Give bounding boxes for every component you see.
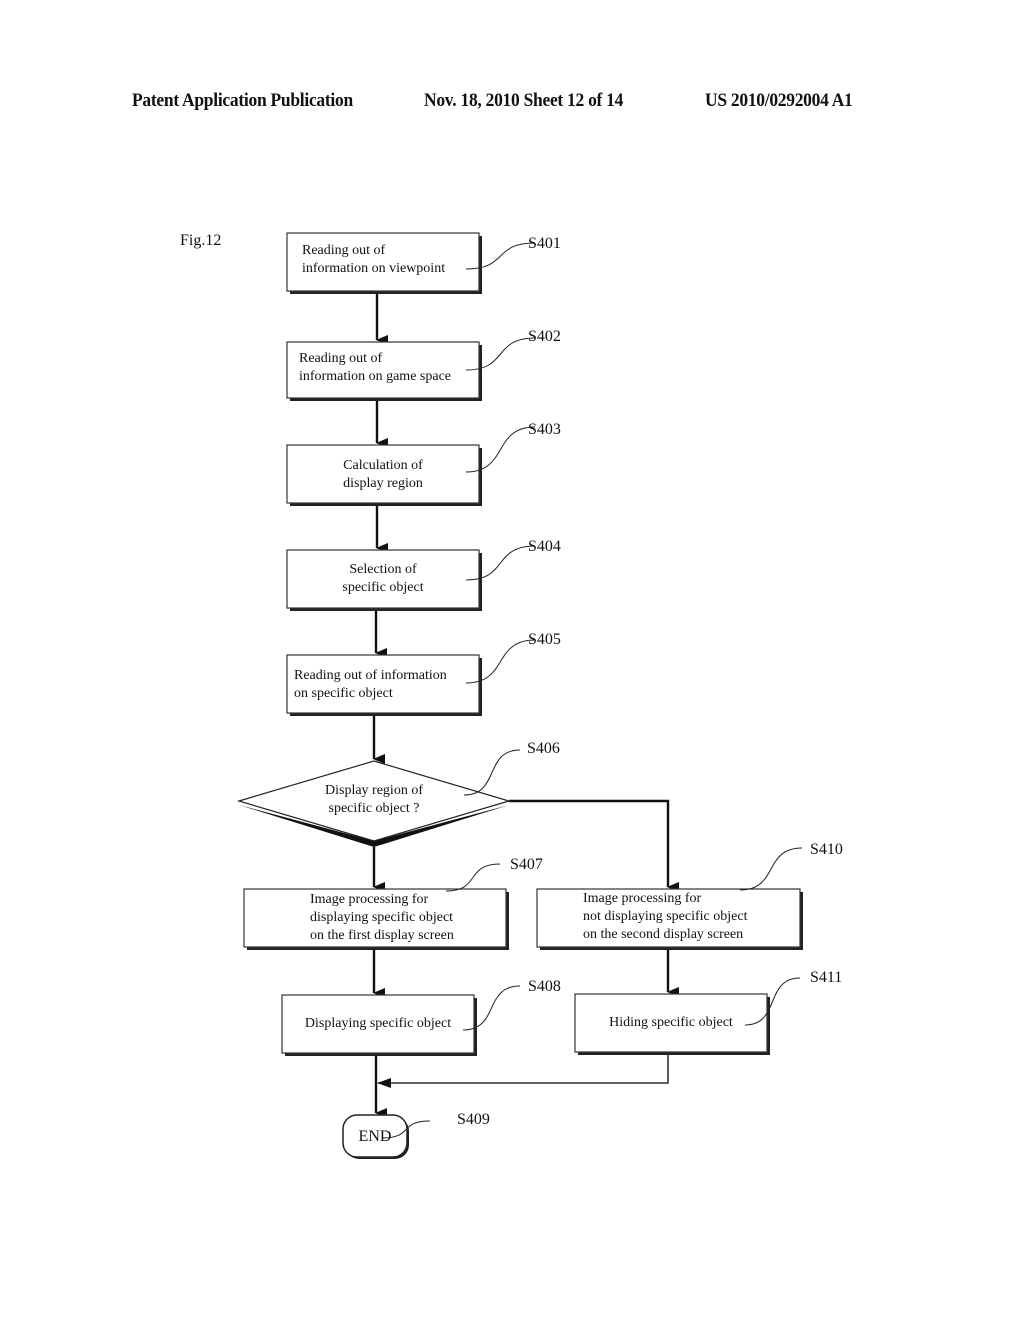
step-text-line: Selection of xyxy=(349,562,417,577)
step-text-line: specific object xyxy=(342,580,424,595)
step-text-s405: Reading out of information on specific ob… xyxy=(294,667,447,703)
step-text-s410: Image processing for not displaying speci… xyxy=(583,890,747,944)
step-text-line: not displaying specific object xyxy=(583,909,748,924)
step-text-s411: Hiding specific object xyxy=(575,1014,767,1032)
step-text-s407: Image processing for displaying specific … xyxy=(310,891,454,945)
step-text-line: specific object ? xyxy=(328,801,420,816)
step-label-s409: S409 xyxy=(457,1111,490,1128)
leader-line xyxy=(445,863,501,892)
step-text-line: information on game space xyxy=(299,369,452,384)
step-text-line: on the second display screen xyxy=(583,927,744,942)
step-text-line: Calculation of xyxy=(343,458,423,473)
step-label-s405: S405 xyxy=(528,631,561,648)
step-text-line: Display region of xyxy=(325,783,423,798)
step-text-line: Reading out of xyxy=(299,351,383,366)
step-text-line: on specific object xyxy=(294,686,393,701)
step-text-s408: Displaying specific object xyxy=(282,1015,474,1033)
step-label-s411: S411 xyxy=(810,969,843,986)
step-label-s401: S401 xyxy=(528,235,561,252)
flowchart xyxy=(236,232,803,1159)
step-text-line: Reading out of information xyxy=(294,668,447,683)
step-label-s403: S403 xyxy=(528,421,561,438)
step-text-line: Image processing for xyxy=(583,891,702,906)
step-text-line: displaying specific object xyxy=(310,910,454,925)
step-label-s407: S407 xyxy=(510,856,543,873)
step-text-line: information on viewpoint xyxy=(302,261,446,276)
step-text-s406: Display region of specific object ? xyxy=(274,782,474,818)
step-text-line: Displaying specific object xyxy=(304,1016,452,1031)
step-label-s410: S410 xyxy=(810,841,843,858)
arrow-s411-merge xyxy=(377,1055,669,1088)
step-label-s408: S408 xyxy=(528,978,561,995)
step-text-line: Reading out of xyxy=(302,243,386,258)
step-text-line: display region xyxy=(343,476,423,491)
step-label-s406: S406 xyxy=(527,740,560,757)
step-text-s409: END xyxy=(343,1128,407,1146)
step-text-line: on the first display screen xyxy=(310,928,454,943)
step-label-s404: S404 xyxy=(528,538,561,555)
step-label-s402: S402 xyxy=(528,328,561,345)
step-text-s401: Reading out of information on viewpoint xyxy=(302,242,445,278)
leader-line xyxy=(739,847,803,891)
step-text-line: Image processing for xyxy=(310,892,429,907)
step-text-line: Hiding specific object xyxy=(609,1015,733,1030)
step-text-s402: Reading out of information on game space xyxy=(299,350,451,386)
arrow-s406-s410 xyxy=(509,799,679,892)
step-text-s403: Calculation of display region xyxy=(287,457,479,493)
step-text-s404: Selection of specific object xyxy=(287,561,479,597)
step-text-line: END xyxy=(358,1128,392,1145)
